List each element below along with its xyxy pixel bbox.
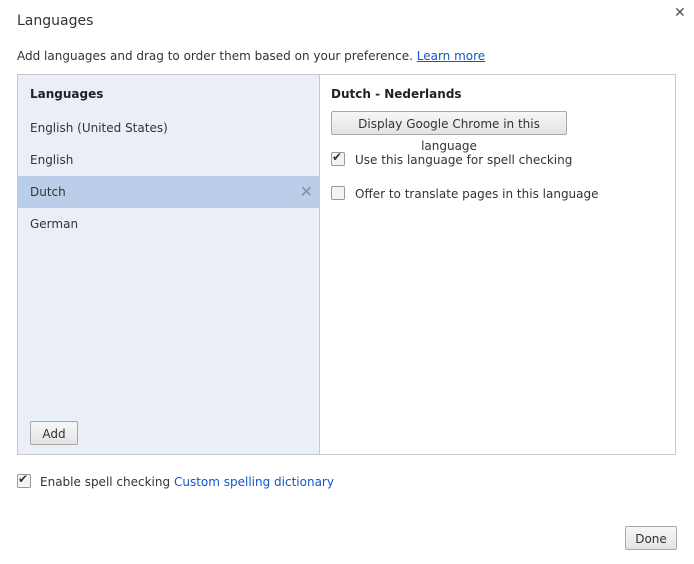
translate-checkbox[interactable] xyxy=(331,186,345,200)
spell-check-language-label: Use this language for spell checking xyxy=(355,153,573,167)
enable-spell-checking-checkbox[interactable] xyxy=(17,472,31,488)
translate-label: Offer to translate pages in this languag… xyxy=(355,187,599,201)
language-item-dutch[interactable]: Dutch ✕ xyxy=(18,176,319,208)
remove-language-icon[interactable]: ✕ xyxy=(300,176,313,208)
description-text: Add languages and drag to order them bas… xyxy=(17,49,413,63)
languages-panel: Languages English (United States) Englis… xyxy=(17,74,676,455)
language-details-title: Dutch - Nederlands xyxy=(331,87,462,101)
spell-check-language-checkbox[interactable] xyxy=(331,150,345,166)
language-item-english[interactable]: English xyxy=(18,144,319,176)
language-list-header: Languages xyxy=(30,87,104,101)
spell-check-language-option[interactable]: Use this language for spell checking xyxy=(331,150,573,167)
translate-option[interactable]: Offer to translate pages in this languag… xyxy=(331,186,599,201)
add-language-button[interactable]: Add xyxy=(30,421,78,445)
enable-spell-checking-label: Enable spell checking xyxy=(40,475,171,489)
dialog-description: Add languages and drag to order them bas… xyxy=(17,49,485,63)
language-item-english-us[interactable]: English (United States) xyxy=(18,112,319,144)
enable-spell-checking-option[interactable]: Enable spell checking Custom spelling di… xyxy=(17,472,334,489)
language-item-label: English (United States) xyxy=(30,121,168,135)
learn-more-link[interactable]: Learn more xyxy=(417,49,485,63)
language-item-label: Dutch xyxy=(30,185,66,199)
language-item-german[interactable]: German xyxy=(18,208,319,240)
language-list: Languages English (United States) Englis… xyxy=(18,75,320,454)
display-chrome-in-language-button[interactable]: Display Google Chrome in this language xyxy=(331,111,567,153)
dialog-title: Languages xyxy=(17,13,94,29)
close-icon[interactable]: ✕ xyxy=(674,5,686,21)
language-item-label: German xyxy=(30,217,79,231)
custom-dictionary-link[interactable]: Custom spelling dictionary xyxy=(174,475,334,489)
language-item-label: English xyxy=(30,153,74,167)
done-button[interactable]: Done xyxy=(625,526,677,550)
